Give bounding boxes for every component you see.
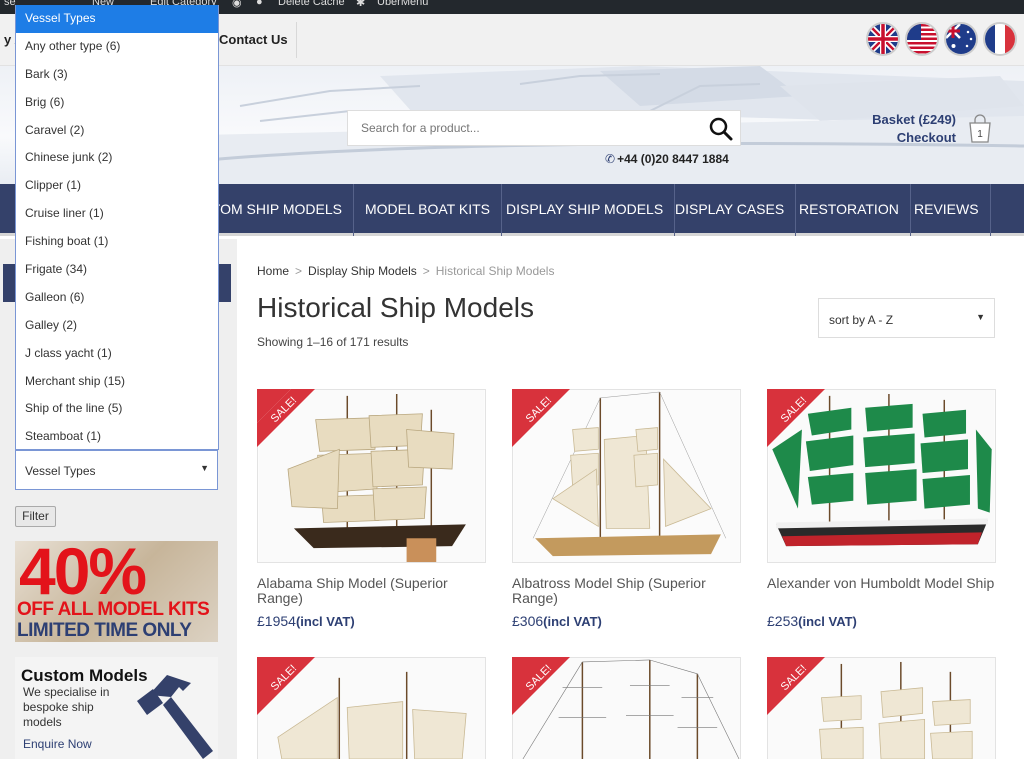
price-amount: £253 [767,613,799,629]
promo-line-1: OFF ALL MODEL KITS [17,599,210,620]
sale-badge: SALE! [257,657,315,715]
divider [296,22,297,58]
phone-icon: ✆ [605,152,616,166]
dropdown-option[interactable]: Brig (6) [16,89,218,117]
dropdown-option[interactable]: Bark (3) [16,61,218,89]
dropdown-option[interactable]: Any other type (6) [16,33,218,61]
custom-models-promo[interactable]: Custom Models We specialise in bespoke s… [15,657,218,759]
dropdown-option[interactable]: Clipper (1) [16,172,218,200]
price-vat: (incl VAT) [543,614,602,629]
nav-custom-ship-models[interactable]: CUSTOM SHIP MODELS [207,184,354,236]
nav-display-ship-models[interactable]: DISPLAY SHIP MODELS [495,184,676,236]
sale-badge: SALE! [257,389,315,447]
dropdown-option[interactable]: Fishing boat (1) [16,228,218,256]
uk-flag-icon[interactable] [866,22,900,56]
nav-model-boat-kits[interactable]: MODEL BOAT KITS [354,184,502,236]
admin-ubermenu-link[interactable]: UberMenu [377,0,428,8]
dropdown-option[interactable]: Frigate (34) [16,256,218,284]
page-title: Historical Ship Models [257,292,534,323]
sale-badge: SALE! [512,389,570,447]
vessel-type-dropdown-list: Vessel Types Any other type (6) Bark (3)… [15,5,219,450]
nav-reviews[interactable]: REVIEWS [903,184,991,236]
nav-label: CUSTOM SHIP MODELS [207,201,342,217]
dropdown-option[interactable]: Galleon (6) [16,284,218,312]
promo-description: We specialise in bespoke ship models [23,685,110,729]
product-name[interactable]: Albatross Model Ship (Superior Range) [512,576,744,606]
dropdown-arrow-icon: ▼ [976,312,985,322]
breadcrumb-separator: > [295,264,303,278]
australia-flag-icon[interactable] [944,22,978,56]
promo-title: Custom Models [21,666,148,685]
dropdown-option[interactable]: Merchant ship (15) [16,368,218,396]
breadcrumb-display-ship-models[interactable]: Display Ship Models [308,264,417,278]
phone-text: +44 (0)20 8447 1884 [617,152,729,166]
search-input[interactable] [348,111,698,145]
sale-badge: SALE! [767,389,825,447]
model-kits-promo-banner[interactable]: 40% OFF ALL MODEL KITS LIMITED TIME ONLY [15,541,218,642]
price-amount: £1954 [257,613,296,629]
dropdown-option[interactable]: Ship of the line (5) [16,395,218,423]
shopping-bag-icon[interactable]: 1 [967,114,993,144]
admin-delete-cache-link[interactable]: Delete Cache [278,0,345,8]
promo-line-2: LIMITED TIME ONLY [17,620,192,641]
sort-select[interactable]: sort by A - Z ▼ [818,298,995,338]
product-price: £1954(incl VAT) [257,613,355,629]
basket-link[interactable]: Basket (£249) [872,111,956,129]
breadcrumb-separator: > [422,264,430,278]
price-vat: (incl VAT) [295,614,355,629]
us-flag-icon[interactable] [905,22,939,56]
checkout-link[interactable]: Checkout [872,129,956,147]
dropdown-option[interactable]: Caravel (2) [16,117,218,145]
vessel-type-select[interactable]: Vessel Types ▼ [15,450,218,490]
contact-us-link[interactable]: Contact Us [219,32,288,47]
enquire-now-link[interactable]: Enquire Now [23,737,92,751]
product-price: £306(incl VAT) [512,613,602,629]
price-vat: (incl VAT) [798,614,857,629]
breadcrumb-current: Historical Ship Models [435,264,555,278]
product-price: £253(incl VAT) [767,613,857,629]
gear-icon: ✱ [356,0,366,9]
sale-badge: SALE! [767,657,825,715]
dropdown-option[interactable]: Galley (2) [16,312,218,340]
sort-value: sort by A - Z [829,313,894,327]
dropdown-option[interactable]: J class yacht (1) [16,340,218,368]
search-box [347,110,741,146]
nav-restoration[interactable]: RESTORATION [788,184,911,236]
sale-badge: SALE! [512,657,570,715]
price-amount: £306 [512,613,544,629]
basket-count: 1 [977,129,983,140]
product-name[interactable]: Alabama Ship Model (Superior Range) [257,576,489,606]
results-count: Showing 1–16 of 171 results [257,335,409,349]
circle-icon: ● [256,0,263,8]
dropdown-arrow-icon: ▼ [200,463,209,473]
dropdown-option[interactable]: Vessel Types [16,5,218,33]
admin-bar-fragment: se [4,0,16,8]
basket-links: Basket (£249) Checkout [872,111,956,147]
breadcrumb: Home > Display Ship Models > Historical Ship… [257,264,554,278]
search-icon[interactable] [708,116,734,142]
phone-number[interactable]: ✆ +44 (0)20 8447 1884 [605,152,729,166]
dropdown-option[interactable]: Chinese junk (2) [16,144,218,172]
select-value: Vessel Types [25,464,96,478]
dropdown-option[interactable]: Cruise liner (1) [16,200,218,228]
breadcrumb-home[interactable]: Home [257,264,289,278]
product-name[interactable]: Alexander von Humboldt Model Ship [767,576,999,591]
france-flag-icon[interactable] [983,22,1017,56]
filter-button[interactable]: Filter [15,506,56,527]
dropdown-option[interactable]: Steamboat (1) [16,423,218,451]
nav-display-cases[interactable]: DISPLAY CASES [664,184,797,236]
wordpress-icon[interactable]: ◉ [232,0,242,9]
